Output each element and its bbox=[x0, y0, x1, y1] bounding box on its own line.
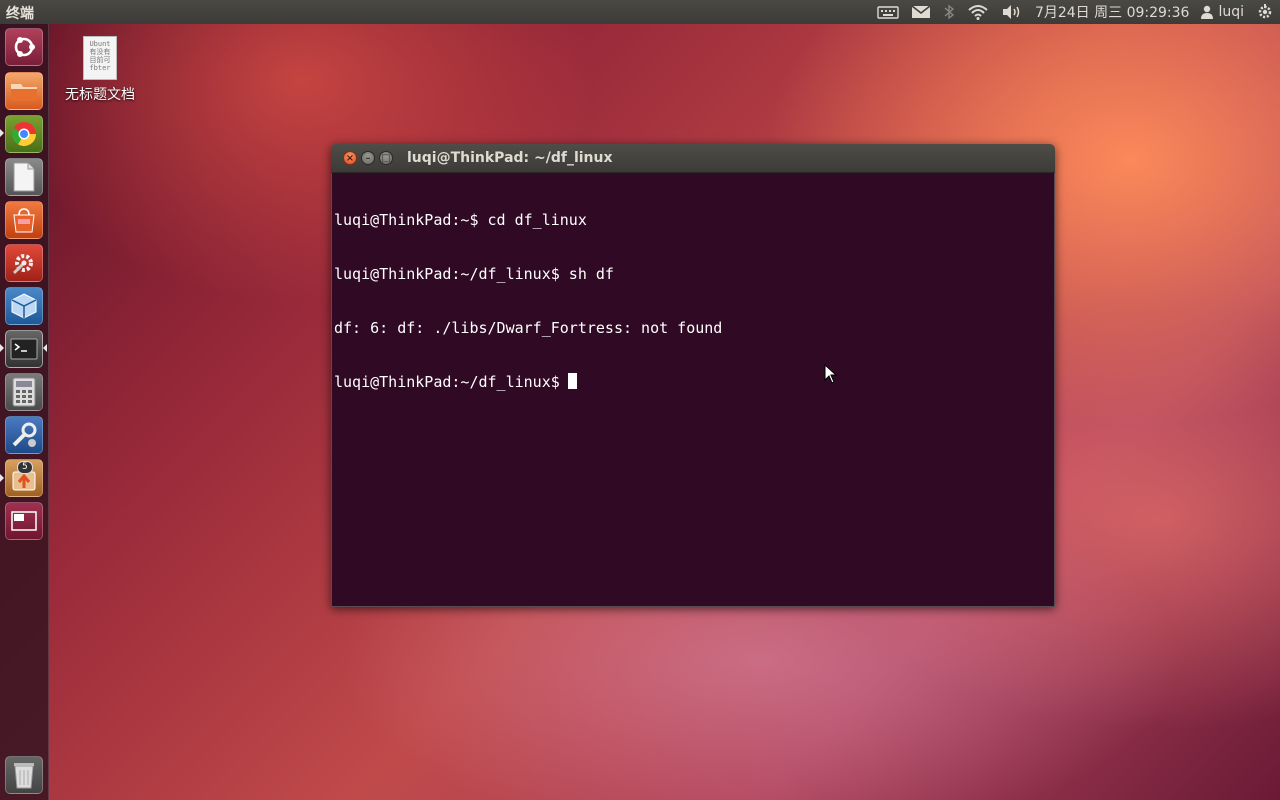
window-minimize-button[interactable]: – bbox=[361, 151, 375, 165]
terminal-output[interactable]: luqi@ThinkPad:~$ cd df_linux luqi@ThinkP… bbox=[331, 173, 1055, 607]
user-icon bbox=[1201, 5, 1214, 19]
workspace-icon bbox=[11, 511, 37, 531]
virtualbox-icon bbox=[11, 293, 37, 319]
volume-icon[interactable] bbox=[995, 0, 1029, 24]
launcher-text-editor[interactable] bbox=[5, 158, 43, 196]
app-menu-title[interactable]: 终端 bbox=[6, 3, 34, 23]
ubuntu-logo-icon bbox=[14, 37, 35, 57]
terminal-window[interactable]: × – □ luqi@ThinkPad: ~/df_linux luqi@Thi… bbox=[331, 144, 1055, 607]
terminal-line: df: 6: df: ./libs/Dwarf_Fortress: not fo… bbox=[334, 319, 723, 337]
user-name: luqi bbox=[1218, 4, 1244, 20]
chrome-icon bbox=[11, 122, 36, 147]
running-indicator bbox=[0, 129, 4, 137]
mail-icon[interactable] bbox=[905, 0, 937, 24]
text-cursor bbox=[567, 373, 577, 389]
calculator-icon bbox=[12, 377, 36, 407]
launcher-system-settings[interactable] bbox=[5, 244, 43, 282]
trash-icon bbox=[14, 763, 34, 789]
window-titlebar[interactable]: × – □ luqi@ThinkPad: ~/df_linux bbox=[331, 144, 1055, 173]
focused-indicator bbox=[43, 344, 47, 352]
launcher: 5 bbox=[0, 24, 49, 800]
launcher-calculator[interactable] bbox=[5, 373, 43, 411]
tools-icon bbox=[12, 422, 37, 447]
desktop: 终端 7月24日 周三 09:29:36 luqi 5 Ubunt 有没有 目前… bbox=[0, 0, 1280, 800]
terminal-icon bbox=[10, 338, 38, 360]
launcher-update-manager[interactable]: 5 bbox=[5, 459, 43, 497]
bluetooth-icon[interactable] bbox=[937, 0, 961, 24]
launcher-terminal[interactable] bbox=[5, 330, 43, 368]
running-indicator bbox=[0, 474, 4, 482]
indicator-area: 7月24日 周三 09:29:36 luqi bbox=[871, 0, 1280, 24]
launcher-tweak-tool[interactable] bbox=[5, 416, 43, 454]
keyboard-icon[interactable] bbox=[871, 0, 905, 24]
user-indicator[interactable]: luqi bbox=[1195, 0, 1250, 24]
launcher-chrome[interactable] bbox=[5, 115, 43, 153]
terminal-line: luqi@ThinkPad:~$ cd df_linux bbox=[334, 211, 587, 229]
launcher-software-center[interactable] bbox=[5, 201, 43, 239]
launcher-files[interactable] bbox=[5, 72, 43, 110]
terminal-prompt: luqi@ThinkPad:~/df_linux$ bbox=[334, 373, 560, 391]
launcher-trash[interactable] bbox=[5, 756, 43, 794]
shopping-bag-icon bbox=[13, 208, 35, 233]
window-maximize-button[interactable]: □ bbox=[379, 151, 393, 165]
folder-icon bbox=[11, 84, 37, 101]
file-preview: Ubunt 有没有 目前可 fbter bbox=[83, 36, 117, 80]
launcher-dash-home[interactable] bbox=[5, 28, 43, 66]
session-gear-icon[interactable] bbox=[1250, 0, 1280, 24]
launcher-workspace-switcher[interactable] bbox=[5, 502, 43, 540]
window-close-button[interactable]: × bbox=[343, 151, 357, 165]
document-icon bbox=[13, 162, 35, 192]
launcher-virtualbox[interactable] bbox=[5, 287, 43, 325]
running-indicator bbox=[0, 344, 4, 352]
update-count-badge: 5 bbox=[17, 461, 33, 474]
terminal-line: luqi@ThinkPad:~/df_linux$ sh df bbox=[334, 265, 614, 283]
desktop-file-icon[interactable]: Ubunt 有没有 目前可 fbter 无标题文档 bbox=[60, 36, 140, 104]
wifi-icon[interactable] bbox=[961, 0, 995, 24]
terminal-prompt-line: luqi@ThinkPad:~/df_linux$ bbox=[334, 373, 1052, 391]
desktop-file-label: 无标题文档 bbox=[65, 87, 135, 103]
window-title: luqi@ThinkPad: ~/df_linux bbox=[407, 150, 613, 166]
datetime-indicator[interactable]: 7月24日 周三 09:29:36 bbox=[1029, 0, 1196, 24]
mouse-pointer-icon bbox=[824, 364, 838, 384]
top-panel: 终端 7月24日 周三 09:29:36 luqi bbox=[0, 0, 1280, 24]
settings-icon bbox=[12, 254, 33, 275]
